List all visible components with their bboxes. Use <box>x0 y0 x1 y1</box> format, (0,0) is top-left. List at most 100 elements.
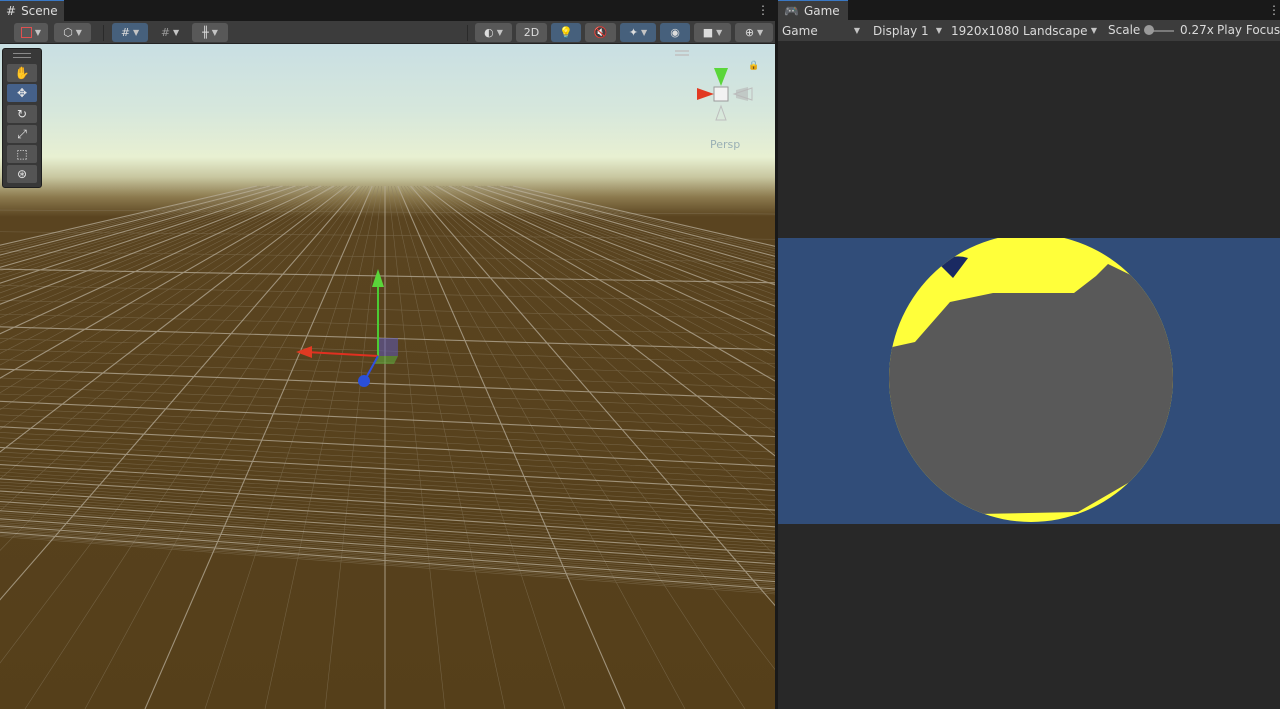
orientation-gizmo[interactable]: 🔒 <box>675 50 759 121</box>
scene-toolbar: ▼ ⬡ ▼ # ▼ # ▼ ╫ ▼ ◐ ▼ 2D 💡 🔇 ✦ ▼ ◉ ■ ▼ ⊕… <box>0 21 775 44</box>
hand-icon: ✋ <box>14 66 30 80</box>
hand-tool-button[interactable]: ✋ <box>7 64 37 82</box>
game-render <box>889 238 1173 522</box>
palette-drag-handle[interactable] <box>13 53 31 58</box>
move-tool-button[interactable]: ✥ <box>7 84 37 102</box>
effects-icon: ✦ <box>628 26 639 39</box>
play-focus-dropdown[interactable]: Play Focus <box>1217 20 1280 41</box>
audio-toggle[interactable]: 🔇 <box>585 23 616 42</box>
resolution-dropdown[interactable]: 1920x1080 Landscape ▼ <box>947 20 1101 41</box>
grid-line <box>458 185 775 313</box>
grid-line <box>403 185 746 709</box>
scene-menu-icon[interactable]: ⋮ <box>757 3 769 17</box>
grid-line <box>0 209 775 215</box>
grid-line <box>0 185 277 262</box>
grid-line <box>420 185 775 484</box>
grid-line <box>0 377 775 410</box>
ground-grid: 🔒 <box>0 50 775 709</box>
grid-line <box>474 185 775 286</box>
game-mode-dropdown[interactable]: Game ▼ <box>778 20 864 41</box>
grid-snap-icon: # <box>120 26 131 39</box>
grid-line <box>0 185 325 344</box>
scale-label: Scale <box>1108 23 1141 37</box>
hidden-objects-toggle[interactable]: ◉ <box>660 23 690 42</box>
snap-increment-dropdown[interactable]: # ▼ <box>152 23 188 42</box>
scale-slider-thumb[interactable] <box>1144 25 1154 35</box>
orientation-center-cube[interactable] <box>713 86 729 102</box>
grid-line <box>477 185 775 281</box>
grid-line <box>0 185 286 272</box>
grid-line <box>0 451 775 496</box>
lock-icon[interactable]: 🔒 <box>748 60 759 71</box>
draw-mode-dropdown[interactable]: ▼ <box>14 23 48 42</box>
gizmo-y-arrow[interactable] <box>372 269 384 287</box>
gamepad-icon: 🎮 <box>784 3 799 18</box>
grid-line <box>423 185 775 457</box>
toolbar-separator <box>103 25 104 41</box>
gizmos-dropdown[interactable]: ⊕ ▼ <box>735 23 773 42</box>
camera-dropdown[interactable]: ■ ▼ <box>694 23 731 42</box>
gizmo-plane-xy[interactable] <box>378 338 398 356</box>
effects-dropdown[interactable]: ✦ ▼ <box>620 23 656 42</box>
ruler-icon: ╫ <box>202 26 209 39</box>
grid-line <box>413 185 775 556</box>
grid-line <box>397 185 626 709</box>
chevron-down-icon: ▼ <box>1090 26 1097 35</box>
grid-line <box>0 185 274 259</box>
game-window: 🎮 Game ⋮ Game ▼ Display 1 ▼ 1920x1080 Land… <box>778 0 1280 709</box>
projection-mode-label[interactable]: Persp <box>710 138 740 151</box>
transform-tool-button[interactable]: ⊛ <box>7 165 37 183</box>
grid-line <box>0 285 775 303</box>
grid-line <box>0 468 775 515</box>
ruler-snap-dropdown[interactable]: ╫ ▼ <box>192 23 228 42</box>
rect-tool-button[interactable]: ⬚ <box>7 145 37 163</box>
chevron-down-icon: ▼ <box>853 26 860 35</box>
axis-y-cone[interactable] <box>714 68 728 86</box>
lighting-toggle[interactable]: 💡 <box>551 23 581 42</box>
grid-line <box>0 437 775 480</box>
toolbar-separator-2 <box>467 25 468 41</box>
grid-line <box>0 533 775 591</box>
sphere-shading-icon: ◐ <box>484 26 494 39</box>
grid-line <box>484 185 775 273</box>
grid-line <box>471 185 775 290</box>
grid-line <box>0 300 775 320</box>
grid-line <box>506 185 775 252</box>
grid-line <box>455 185 775 321</box>
toggle-2d-button[interactable]: 2D <box>516 23 547 42</box>
gizmo-z-handle[interactable] <box>358 375 370 387</box>
grid-line <box>0 525 775 583</box>
axis-z-cone[interactable] <box>736 87 748 101</box>
grid-line <box>503 185 775 254</box>
axis-x-cone[interactable] <box>697 88 714 100</box>
display-dropdown[interactable]: Display 1 ▼ <box>869 20 946 41</box>
tab-scene[interactable]: # Scene <box>0 0 64 21</box>
grid-line <box>448 185 775 337</box>
scene-viewport[interactable]: 🔒 <box>0 44 775 709</box>
rotate-icon: ↻ <box>16 107 28 121</box>
game-view[interactable] <box>778 238 1280 524</box>
scale-icon: ⤢ <box>17 126 27 141</box>
grid-line <box>0 185 283 268</box>
scene-tab-strip <box>0 0 775 21</box>
gizmo-z-axis[interactable] <box>365 355 379 379</box>
rotate-tool-button[interactable]: ↻ <box>7 105 37 123</box>
grid-toggle-dropdown[interactable]: # ▼ <box>112 23 148 42</box>
axis-neg-y-cone[interactable] <box>715 104 727 121</box>
grid-line <box>0 385 775 420</box>
game-menu-icon[interactable]: ⋮ <box>1268 3 1280 17</box>
render-mode-dropdown[interactable]: ◐ ▼ <box>475 23 512 42</box>
scene-tab-label: Scene <box>21 4 58 18</box>
display-label: Display 1 <box>873 23 929 38</box>
grid-line <box>0 185 331 366</box>
move-gizmo[interactable] <box>296 269 398 387</box>
grid-line <box>0 185 267 253</box>
grid-line <box>0 185 335 379</box>
lightbulb-icon: 💡 <box>559 26 573 39</box>
tab-game[interactable]: 🎮 Game <box>778 0 848 20</box>
eye-slash-icon: ◉ <box>670 26 680 39</box>
shading-mode-dropdown[interactable]: ⬡ ▼ <box>54 23 91 42</box>
grid-line <box>0 185 312 311</box>
grid-line <box>144 185 373 709</box>
scale-tool-button[interactable]: ⤢ <box>7 125 37 143</box>
